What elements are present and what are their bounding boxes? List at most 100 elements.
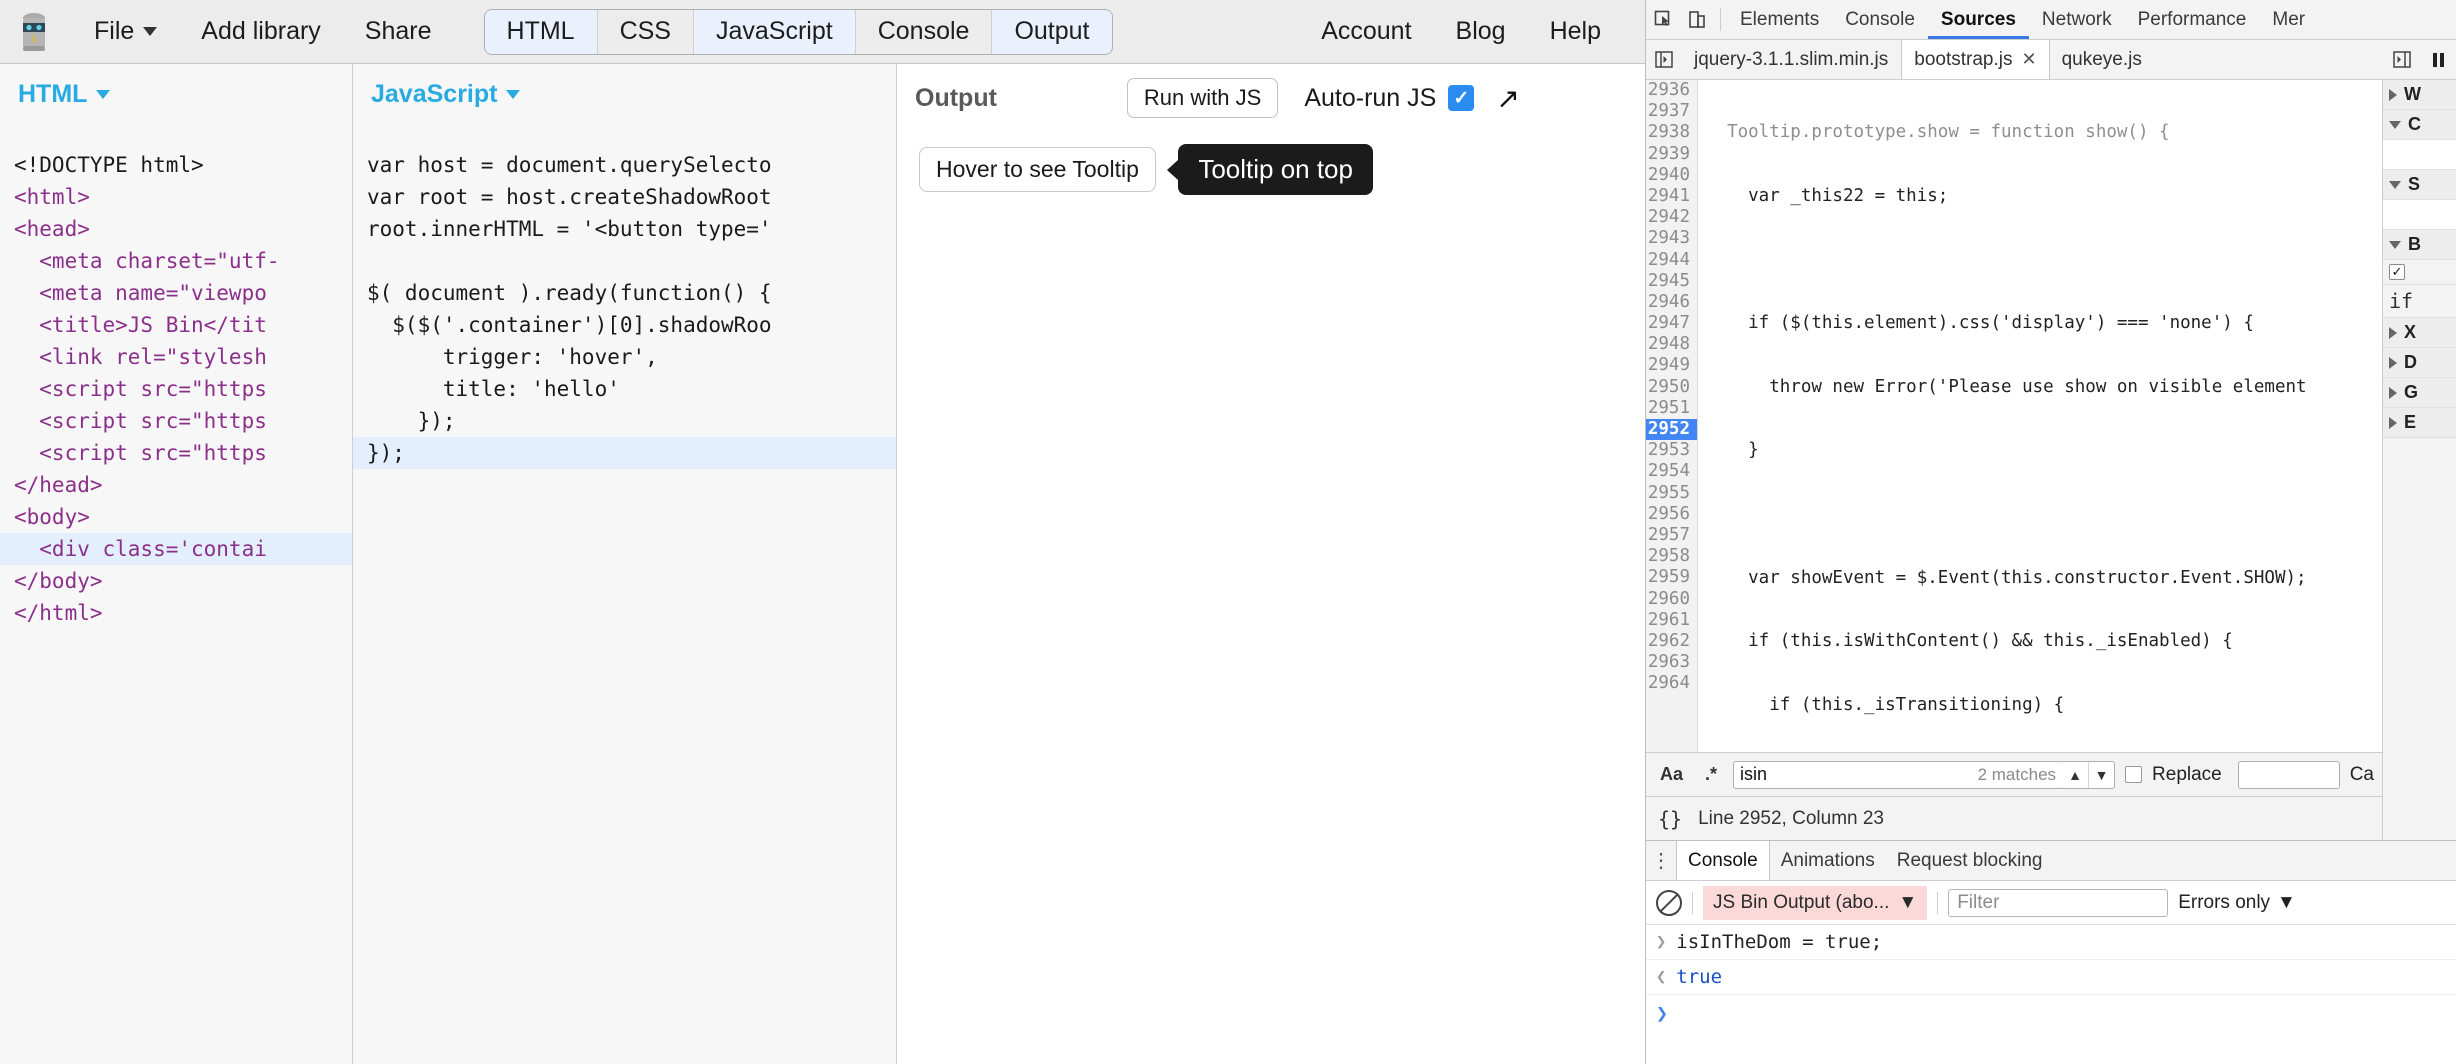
sidebar-section-global[interactable]: G — [2383, 378, 2456, 408]
sidebar-section-scope[interactable]: S — [2383, 170, 2456, 200]
devtools-tab-elements[interactable]: Elements — [1727, 0, 1832, 39]
menu-item-share[interactable]: Share — [343, 17, 454, 46]
sidebar-breakpoint-item[interactable]: ✓ — [2383, 260, 2456, 285]
sidebar-section-breakpoints[interactable]: B — [2383, 230, 2456, 260]
line-number: 2954 — [1647, 461, 1690, 482]
show-navigator-icon[interactable] — [1646, 40, 1682, 79]
console-log-area[interactable]: ❯ isInTheDom = true; ❮ true ❯ — [1646, 925, 2456, 1064]
drawer-tab-request-blocking[interactable]: Request blocking — [1886, 841, 2054, 880]
sidebar-section-watch[interactable]: W — [2383, 80, 2456, 110]
code-line: var root = host.createShadowRoot — [367, 185, 772, 209]
menu-item-file[interactable]: File — [72, 17, 179, 46]
code-line: <link rel="stylesh — [14, 345, 267, 369]
popout-arrow-icon[interactable]: ↗ — [1496, 82, 1519, 115]
line-number: 2962 — [1647, 630, 1690, 651]
editor-status-bar: {} Line 2952, Column 23 — [1646, 796, 2382, 840]
code-line: } — [1706, 440, 1759, 461]
devtools-source-editor[interactable]: 2936 2937 2938 2939 2940 2941 2942 2943 … — [1646, 80, 2382, 752]
checkbox-icon[interactable]: ✓ — [2389, 264, 2405, 280]
console-context-selector[interactable]: JS Bin Output (abo... ▼ — [1703, 885, 1928, 920]
triangle-right-icon — [2389, 326, 2397, 339]
tab-css[interactable]: CSS — [597, 9, 694, 54]
clear-console-icon[interactable] — [1656, 889, 1682, 916]
code-line: title: 'hello' — [367, 377, 620, 401]
tab-javascript[interactable]: JavaScript — [693, 9, 856, 54]
code-line: if ($(this.element).css('display') === '… — [1706, 313, 2254, 334]
javascript-code-block[interactable]: var host = document.querySelecto var root… — [353, 117, 896, 533]
drawer-tab-console[interactable]: Console — [1676, 841, 1770, 880]
close-icon[interactable]: ✕ — [2022, 49, 2037, 70]
devtools-tab-performance[interactable]: Performance — [2125, 0, 2260, 39]
sidebar-section-xhr[interactable]: X — [2383, 318, 2456, 348]
tab-console[interactable]: Console — [855, 9, 993, 54]
pause-script-icon[interactable] — [2420, 40, 2456, 79]
triangle-down-icon — [2389, 120, 2401, 129]
inspect-element-icon[interactable] — [1646, 0, 1680, 39]
menu-item-add-library[interactable]: Add library — [179, 17, 343, 46]
html-editor-pane[interactable]: HTML <!DOCTYPE html> <html> <head> <meta c… — [0, 64, 353, 1064]
code-line: <div class='contai — [14, 537, 267, 561]
console-filter-input[interactable]: Filter — [1948, 888, 2169, 917]
console-input-text: isInTheDom = true; — [1676, 931, 1883, 953]
pretty-print-icon[interactable]: {} — [1658, 807, 1682, 831]
devtools-tab-sources[interactable]: Sources — [1928, 0, 2029, 39]
search-input[interactable]: isin 2 matches — [1733, 760, 2064, 789]
hover-to-see-tooltip-button[interactable]: Hover to see Tooltip — [919, 147, 1156, 192]
auto-run-js-toggle[interactable]: Auto-run JS ✓ — [1304, 84, 1475, 113]
file-tab-qukeye[interactable]: qukeye.js — [2050, 40, 2155, 79]
code-line: </head> — [14, 473, 103, 497]
run-with-js-button[interactable]: Run with JS — [1126, 78, 1279, 118]
auto-run-js-checkbox[interactable]: ✓ — [1448, 85, 1475, 111]
chevron-down-icon — [143, 27, 158, 36]
jsbin-logo-icon[interactable]: § — [14, 11, 54, 53]
search-nav-buttons: ▲ ▼ — [2062, 760, 2116, 789]
tab-html[interactable]: HTML — [484, 9, 598, 54]
console-prompt-line[interactable]: ❯ — [1646, 995, 2456, 1031]
console-output-line: ❮ true — [1646, 960, 2456, 995]
chevron-down-icon[interactable]: ▼ — [2088, 761, 2114, 788]
line-number: 2937 — [1647, 101, 1690, 122]
regex-icon[interactable]: .* — [1699, 764, 1723, 785]
sidebar-section-eventlisteners[interactable]: E — [2383, 408, 2456, 438]
console-level-selector[interactable]: Errors only ▼ — [2178, 892, 2296, 914]
devtools-tab-network[interactable]: Network — [2029, 0, 2125, 39]
drawer-tab-animations[interactable]: Animations — [1770, 841, 1886, 880]
html-code-block[interactable]: <!DOCTYPE html> <html> <head> <meta charse… — [0, 117, 352, 693]
debugger-sidebar[interactable]: W C S B ✓ if X D G E — [2382, 80, 2456, 840]
menu-item-account[interactable]: Account — [1299, 17, 1433, 46]
file-tab-bootstrap[interactable]: bootstrap.js ✕ — [1901, 40, 2050, 79]
output-iframe[interactable]: Hover to see Tooltip Tooltip on top — [897, 118, 1644, 195]
match-case-icon[interactable]: Aa — [1654, 764, 1689, 785]
line-number: 2959 — [1647, 567, 1690, 588]
line-number: 2960 — [1647, 588, 1690, 609]
html-pane-header[interactable]: HTML — [0, 64, 352, 117]
javascript-editor-pane[interactable]: JavaScript var host = document.querySele… — [353, 64, 897, 1064]
devtools-tabbar: Elements Console Sources Network Perform… — [1646, 0, 2456, 40]
code-line: <!DOCTYPE html> — [14, 153, 204, 177]
kebab-menu-icon[interactable]: ⋮ — [1646, 841, 1676, 880]
tab-output[interactable]: Output — [992, 9, 1112, 54]
show-debugger-icon[interactable] — [2385, 40, 2420, 79]
sidebar-section-callstack[interactable]: C — [2383, 110, 2456, 140]
file-tab-jquery[interactable]: jquery-3.1.1.slim.min.js — [1682, 40, 1901, 79]
sidebar-section-dom[interactable]: D — [2383, 348, 2456, 378]
editor-code-text[interactable]: Tooltip.prototype.show = function show()… — [1698, 80, 2382, 752]
devtools-tab-memory[interactable]: Mer — [2259, 0, 2318, 39]
js-pane-header[interactable]: JavaScript — [353, 64, 896, 117]
code-line: $($('.container')[0].shadowRoo — [367, 313, 772, 337]
chevron-up-icon[interactable]: ▲ — [2062, 762, 2088, 788]
replace-input[interactable] — [2237, 760, 2340, 789]
line-number: 2945 — [1647, 270, 1690, 291]
menu-item-help[interactable]: Help — [1528, 17, 1623, 46]
triangle-down-icon — [2389, 180, 2401, 189]
cancel-button[interactable]: Ca — [2350, 764, 2374, 786]
sidebar-label: E — [2404, 412, 2417, 432]
menu-item-blog[interactable]: Blog — [1434, 17, 1528, 46]
devtools-tab-console[interactable]: Console — [1832, 0, 1928, 39]
code-line: if (this._isTransitioning) { — [1706, 694, 2065, 715]
line-number: 2938 — [1647, 122, 1690, 143]
device-toolbar-icon[interactable] — [1680, 0, 1714, 39]
replace-checkbox[interactable] — [2125, 766, 2143, 783]
